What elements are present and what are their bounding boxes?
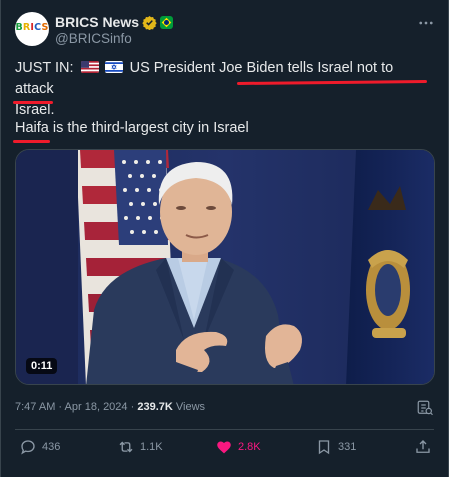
tweet-time[interactable]: 7:47 AM <box>15 401 55 413</box>
heart-filled-icon <box>217 441 231 454</box>
meta-separator-2: · <box>130 401 135 413</box>
reply-icon <box>21 440 35 455</box>
like-count: 2.8K <box>238 441 261 453</box>
repost-button[interactable]: 1.1K <box>117 438 163 456</box>
avatar[interactable]: BRICS <box>15 12 49 46</box>
tweet-text: JUST IN: US President Joe Biden tells Is… <box>15 58 435 121</box>
underline-israel <box>13 101 53 104</box>
tweet-header: BRICS BRICS News @BRICSinfo <box>15 12 437 48</box>
avatar-logo-text: BRICS <box>15 22 49 33</box>
gold-verified-badge-icon[interactable] <box>142 15 157 30</box>
like-button[interactable]: 2.8K <box>215 438 261 456</box>
display-name[interactable]: BRICS News <box>55 14 139 30</box>
bookmark-button[interactable]: 331 <box>315 438 356 456</box>
affiliate-flag-icon[interactable] <box>160 15 174 29</box>
bookmark-icon <box>318 440 330 455</box>
share-icon <box>416 440 430 453</box>
tweet-meta: 7:47 AM · Apr 18, 2024 · 239.7K Views <box>15 401 205 413</box>
bookmark-count: 331 <box>338 441 357 453</box>
repost-count: 1.1K <box>140 441 163 453</box>
left-border <box>0 0 1 477</box>
underline-haifa <box>13 140 50 143</box>
reply-button[interactable]: 436 <box>19 438 60 456</box>
tweet-date[interactable]: Apr 18, 2024 <box>65 401 128 413</box>
share-button[interactable] <box>414 438 437 456</box>
meta-separator-1: · <box>58 401 63 413</box>
handle[interactable]: @BRICSinfo <box>55 31 132 46</box>
grok-analyze-icon[interactable] <box>416 399 434 417</box>
israel-flag-icon <box>104 61 123 73</box>
pennsylvania-flag-backdrop <box>346 150 434 384</box>
video-duration: 0:11 <box>26 358 58 374</box>
us-flag-icon <box>80 61 99 73</box>
video-frame <box>16 150 434 384</box>
name-row: BRICS News <box>55 13 174 31</box>
tweet-text-line2: Israel. <box>15 102 55 118</box>
divider <box>15 429 434 430</box>
video-player[interactable]: 0:11 <box>15 149 435 385</box>
repost-icon <box>119 441 133 453</box>
views-count: 239.7K <box>137 401 173 413</box>
action-bar: 436 1.1K 2.8K 331 <box>15 438 437 458</box>
views-label: Views <box>175 401 206 413</box>
tweet-subtext: Haifa is the third-largest city in Israe… <box>15 120 249 136</box>
reply-count: 436 <box>42 441 61 453</box>
tweet-text-lead: JUST IN: <box>15 60 74 76</box>
more-options-icon[interactable] <box>417 14 435 32</box>
